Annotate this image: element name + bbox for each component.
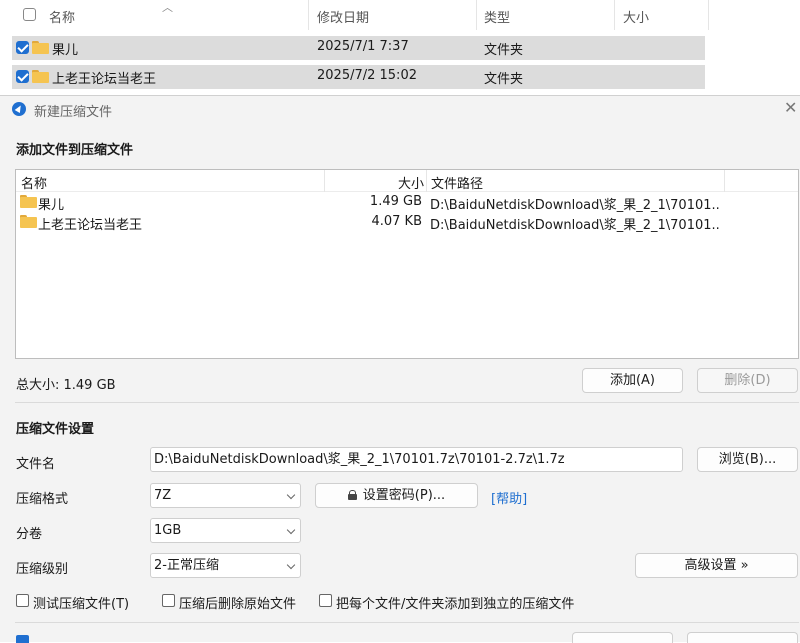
chevron-down-icon <box>286 525 296 535</box>
file-list-row-path: D:\BaiduNetdiskDownload\浆_果_2_1\70101...… <box>430 218 720 233</box>
row-checkbox[interactable] <box>16 41 29 54</box>
chevron-down-icon <box>286 560 296 570</box>
section-divider <box>15 402 799 403</box>
row-type: 文件夹 <box>484 43 524 58</box>
row-name: 果儿 <box>52 43 79 58</box>
folder-icon <box>32 41 49 54</box>
separate-archives-label[interactable]: 把每个文件/文件夹添加到独立的压缩文件 <box>336 593 574 612</box>
file-list-row-size: 1.49 GB <box>369 194 422 209</box>
volume-label: 分卷 <box>16 527 43 542</box>
advanced-settings-button[interactable]: 高级设置 » <box>635 553 798 578</box>
volume-value: 1GB <box>154 523 182 538</box>
column-date[interactable]: 修改日期 <box>317 7 369 26</box>
dialog-button[interactable] <box>572 632 673 643</box>
file-list[interactable]: 名称 大小 文件路径 果儿 1.49 GB D:\BaiduNetdiskDow… <box>15 169 799 359</box>
dialog-titlebar[interactable]: 新建压缩文件 ✕ <box>0 96 800 122</box>
column-separator[interactable] <box>708 0 709 30</box>
explorer-header: 名称 ︿ 修改日期 类型 大小 <box>0 0 710 30</box>
folder-icon <box>32 70 49 83</box>
level-value: 2-正常压缩 <box>154 558 219 573</box>
level-label: 压缩级别 <box>16 562 69 577</box>
filename-label: 文件名 <box>16 457 56 472</box>
explorer-row[interactable]: 上老王论坛当老王 2025/7/2 15:02 文件夹 <box>12 65 705 89</box>
column-separator[interactable] <box>614 0 615 30</box>
file-list-row-name: 上老王论坛当老王 <box>38 218 143 233</box>
select-all-checkbox[interactable] <box>23 8 36 21</box>
test-archive-checkbox[interactable] <box>16 594 29 607</box>
file-list-header: 名称 大小 文件路径 <box>16 170 798 192</box>
help-link[interactable]: [帮助] <box>491 488 527 507</box>
column-separator[interactable] <box>308 0 309 30</box>
set-password-label: 设置密码(P)... <box>362 488 446 503</box>
add-button[interactable]: 添加(A) <box>582 368 683 393</box>
browse-button[interactable]: 浏览(B)... <box>697 447 798 472</box>
file-list-row-size: 4.07 KB <box>371 214 422 229</box>
settings-section-title: 压缩文件设置 <box>16 422 95 437</box>
delete-after-label[interactable]: 压缩后删除原始文件 <box>179 593 296 612</box>
folder-icon <box>20 195 37 208</box>
app-logo-icon <box>12 102 26 116</box>
explorer-row[interactable]: 果儿 2025/7/1 7:37 文件夹 <box>12 36 705 60</box>
row-checkbox[interactable] <box>16 70 29 83</box>
chevron-down-icon <box>286 490 296 500</box>
add-files-section-title: 添加文件到压缩文件 <box>16 143 134 158</box>
file-list-row-name: 果儿 <box>38 198 65 213</box>
dialog-title: 新建压缩文件 <box>34 105 113 120</box>
file-list-column-name[interactable]: 名称 <box>21 173 47 192</box>
file-explorer: 名称 ︿ 修改日期 类型 大小 果儿 2025/7/1 7:37 文件夹 上老王… <box>0 0 800 95</box>
file-list-column-path[interactable]: 文件路径 <box>431 173 483 192</box>
sort-up-icon: ︿ <box>162 1 173 14</box>
row-date: 2025/7/1 7:37 <box>317 39 409 54</box>
format-select[interactable]: 7Z <box>150 483 301 508</box>
new-archive-dialog: 新建压缩文件 ✕ 添加文件到压缩文件 名称 大小 文件路径 果儿 1.49 GB… <box>0 95 800 643</box>
file-list-row-path: D:\BaiduNetdiskDownload\浆_果_2_1\70101...… <box>430 198 720 213</box>
section-divider <box>15 622 799 623</box>
separate-archives-checkbox[interactable] <box>319 594 332 607</box>
total-size: 总大小: 1.49 GB <box>16 378 116 393</box>
column-separator[interactable] <box>724 170 725 192</box>
test-archive-label[interactable]: 测试压缩文件(T) <box>33 593 129 612</box>
row-name: 上老王论坛当老王 <box>52 72 157 87</box>
filename-input[interactable]: D:\BaiduNetdiskDownload\浆_果_2_1\70101.7z… <box>150 447 683 472</box>
column-separator[interactable] <box>324 170 325 192</box>
column-separator[interactable] <box>426 170 427 192</box>
lock-icon <box>347 490 357 500</box>
delete-after-checkbox[interactable] <box>162 594 175 607</box>
set-password-button[interactable]: 设置密码(P)... <box>315 483 478 508</box>
column-type[interactable]: 类型 <box>484 7 510 26</box>
row-date: 2025/7/2 15:02 <box>317 68 417 83</box>
column-name[interactable]: 名称 <box>49 7 75 26</box>
file-list-row[interactable]: 果儿 1.49 GB D:\BaiduNetdiskDownload\浆_果_2… <box>16 192 798 213</box>
file-list-row[interactable]: 上老王论坛当老王 4.07 KB D:\BaiduNetdiskDownload… <box>16 212 798 233</box>
row-type: 文件夹 <box>484 72 524 87</box>
close-icon[interactable]: ✕ <box>784 100 798 116</box>
dialog-button[interactable] <box>687 632 798 643</box>
level-select[interactable]: 2-正常压缩 <box>150 553 301 578</box>
format-value: 7Z <box>154 488 172 503</box>
format-label: 压缩格式 <box>16 492 69 507</box>
folder-icon <box>20 215 37 228</box>
column-size[interactable]: 大小 <box>623 7 649 26</box>
file-list-column-size[interactable]: 大小 <box>398 173 424 192</box>
delete-button[interactable]: 删除(D) <box>697 368 798 393</box>
volume-select[interactable]: 1GB <box>150 518 301 543</box>
column-separator[interactable] <box>476 0 477 30</box>
